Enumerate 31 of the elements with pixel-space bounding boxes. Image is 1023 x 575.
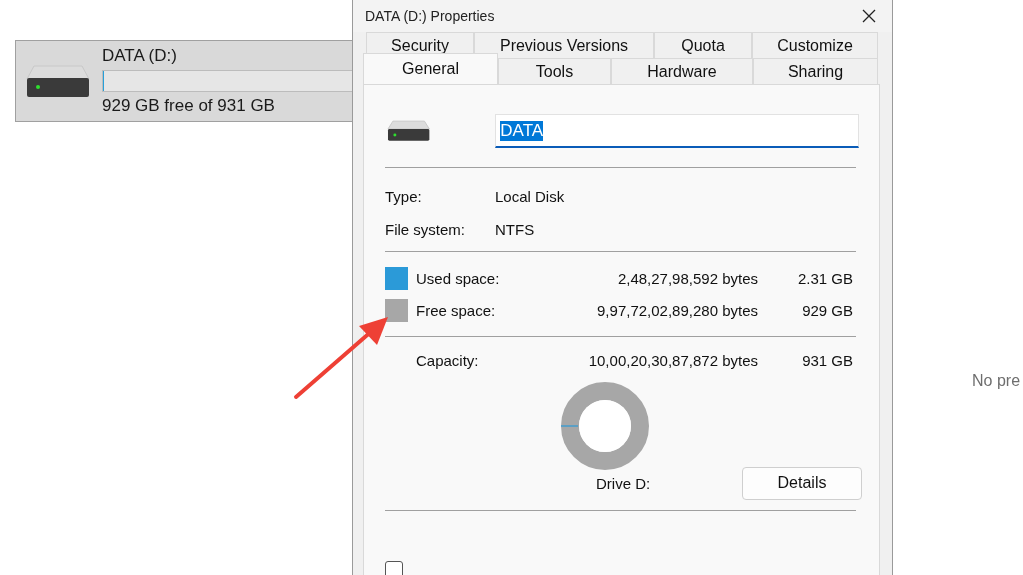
- bytes-value: 9,97,72,02,89,280 bytes: [596, 301, 758, 319]
- drive-label: Drive D:: [596, 474, 651, 492]
- size-value: 929 GB: [801, 301, 853, 319]
- tab[interactable]: Sharing: [753, 58, 878, 84]
- info-value: Local Disk: [495, 188, 565, 205]
- size-value: 2.31 GB: [796, 269, 853, 287]
- checkbox[interactable]: [385, 561, 403, 575]
- free-space-text: 929 GB free of 931 GB: [102, 96, 276, 116]
- details-button[interactable]: Details: [742, 466, 862, 500]
- name-field[interactable]: DATA: [495, 114, 859, 148]
- close-icon[interactable]: [862, 9, 876, 23]
- info-label: Type:: [385, 188, 423, 205]
- bytes-value: 10,00,20,30,87,872 bytes: [587, 351, 758, 369]
- tab[interactable]: Hardware: [611, 58, 753, 84]
- preview-text: No pre: [972, 372, 1021, 390]
- tab[interactable]: General: [363, 53, 498, 84]
- drive-icon: [387, 120, 431, 142]
- tab[interactable]: Tools: [498, 58, 611, 84]
- tab[interactable]: Previous Versions: [474, 32, 654, 58]
- tab[interactable]: Customize: [752, 32, 878, 58]
- space-label: Free space:: [416, 301, 497, 319]
- size-value: 931 GB: [801, 351, 853, 369]
- capacity-label: Capacity:: [416, 351, 480, 369]
- tab[interactable]: Quota: [654, 32, 752, 58]
- space-label: Used space:: [416, 269, 501, 287]
- info-value: NTFS: [495, 221, 535, 238]
- drive-icon: [26, 64, 90, 98]
- bytes-value: 2,48,27,98,592 bytes: [616, 269, 758, 287]
- window-title: DATA (D:) Properties: [365, 8, 495, 24]
- drive-name: DATA (D:): [102, 46, 178, 66]
- info-label: File system:: [385, 221, 466, 238]
